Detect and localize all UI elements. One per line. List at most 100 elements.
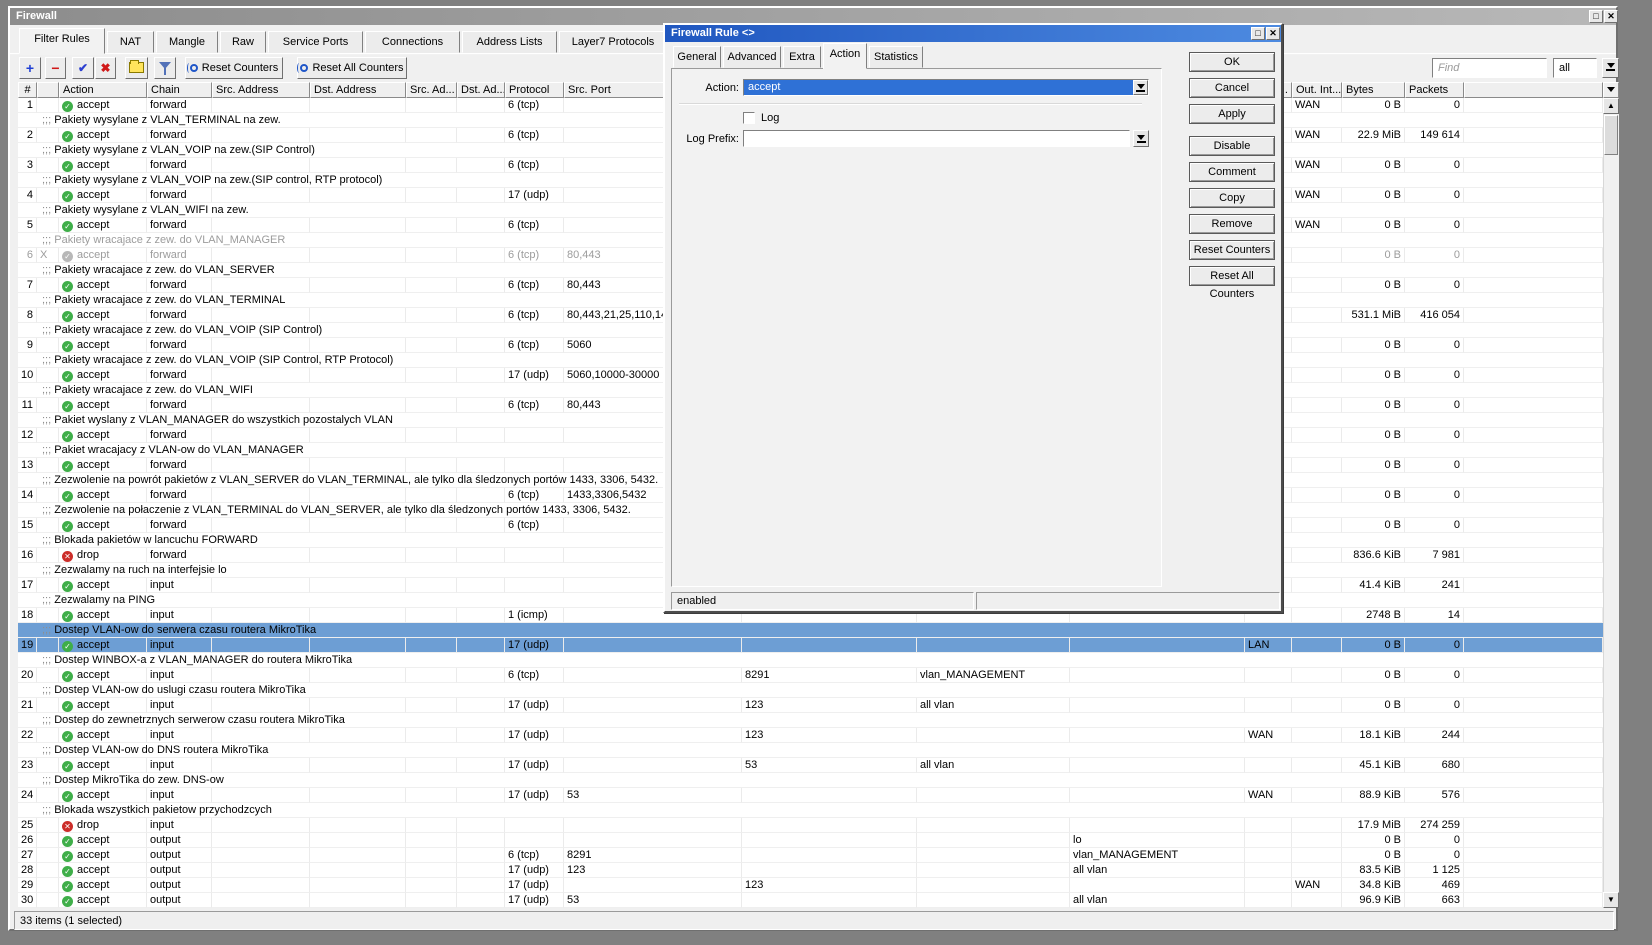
cell-pad — [1464, 758, 1603, 773]
add-rule-button[interactable]: + — [19, 57, 41, 79]
dialog-tab-general[interactable]: General — [673, 46, 721, 68]
cell-ife: WAN — [1292, 98, 1342, 113]
reset-all-counters-button[interactable]: Reset All Counters — [1189, 266, 1275, 286]
column-header-Packets[interactable]: Packets — [1405, 82, 1464, 98]
cell-bytes: 18.1 KiB — [1342, 728, 1405, 743]
cell-pkts: 0 — [1405, 848, 1464, 863]
scope-dropdown-button[interactable] — [1602, 58, 1619, 78]
column-header-Protocol[interactable]: Protocol — [505, 82, 564, 98]
log-prefix-dropdown-button[interactable] — [1133, 130, 1149, 147]
apply-button[interactable]: Apply — [1189, 104, 1275, 124]
reset-counters-button[interactable]: Reset Counters — [1189, 240, 1275, 260]
tab-service-ports[interactable]: Service Ports — [268, 31, 363, 53]
comment-row[interactable]: ;;; Dostep VLAN-ow do DNS routera MikroT… — [18, 743, 1603, 758]
dialog-titlebar[interactable]: Firewall Rule <> □ ✕ — [665, 25, 1281, 42]
copy-button[interactable]: Copy — [1189, 188, 1275, 208]
comment-row[interactable]: ;;; Dostep do zewnetrznych serwerow czas… — [18, 713, 1603, 728]
tab-connections[interactable]: Connections — [365, 31, 460, 53]
remove-button[interactable]: Remove — [1189, 214, 1275, 234]
rule-row[interactable]: 19✓acceptinput17 (udp)LAN0 B0 — [18, 638, 1603, 653]
column-selector-button[interactable] — [1603, 82, 1619, 98]
rule-row[interactable]: 22✓acceptinput17 (udp)123WAN18.1 KiB244 — [18, 728, 1603, 743]
remove-rule-button[interactable]: − — [45, 57, 66, 79]
cell-ife — [1292, 863, 1342, 878]
reset-counters-button[interactable]: Reset Counters — [185, 57, 283, 79]
column-header-Src. Address[interactable]: Src. Address — [212, 82, 310, 98]
dialog-close-icon[interactable]: ✕ — [1266, 27, 1280, 40]
comment-button[interactable] — [125, 57, 148, 79]
tab-address-lists[interactable]: Address Lists — [462, 31, 557, 53]
rule-row[interactable]: 23✓acceptinput17 (udp)53all vlan45.1 KiB… — [18, 758, 1603, 773]
cell-n: 9 — [18, 338, 37, 353]
disable-rule-button[interactable]: ✖ — [95, 57, 116, 79]
dialog-title: Firewall Rule <> — [671, 27, 755, 39]
comment-button[interactable]: Comment — [1189, 162, 1275, 182]
column-header-Chain[interactable]: Chain — [147, 82, 212, 98]
cell-flag — [37, 518, 59, 533]
find-input[interactable]: Find — [1432, 58, 1547, 78]
column-header-Action[interactable]: Action — [59, 82, 147, 98]
dialog-tab-statistics[interactable]: Statistics — [869, 46, 923, 68]
tab-nat[interactable]: NAT — [107, 31, 154, 53]
tab-layer7-protocols[interactable]: Layer7 Protocols — [559, 31, 667, 53]
reset-all-counters-button[interactable]: Reset All Counters — [297, 57, 407, 79]
comment-row[interactable]: ;;; Dostep VLAN-ow do uslugi czasu route… — [18, 683, 1603, 698]
enable-rule-button[interactable]: ✔ — [72, 57, 94, 79]
scroll-up-button[interactable]: ▲ — [1603, 98, 1619, 114]
rule-row[interactable]: 25✕dropinput17.9 MiB274 259 — [18, 818, 1603, 833]
cell-proto: 6 (tcp) — [505, 158, 564, 173]
rule-row[interactable]: 29✓acceptoutput17 (udp)123WAN34.8 KiB469 — [18, 878, 1603, 893]
scroll-down-button[interactable]: ▼ — [1603, 892, 1619, 908]
cell-pkts: 0 — [1405, 248, 1464, 263]
column-header-Src. Ad...[interactable]: Src. Ad... — [406, 82, 457, 98]
close-icon[interactable]: ✕ — [1604, 10, 1618, 23]
vertical-scrollbar[interactable] — [1603, 98, 1619, 908]
cell-bytes: 531.1 MiB — [1342, 308, 1405, 323]
maximize-icon[interactable]: □ — [1589, 10, 1603, 23]
rule-row[interactable]: 24✓acceptinput17 (udp)53WAN88.9 KiB576 — [18, 788, 1603, 803]
ok-button[interactable]: OK — [1189, 52, 1275, 72]
column-header-flag[interactable] — [37, 82, 59, 98]
cell-flag — [37, 878, 59, 893]
log-prefix-input[interactable] — [743, 130, 1130, 147]
dialog-maximize-icon[interactable]: □ — [1251, 27, 1265, 40]
scrollbar-thumb[interactable] — [1604, 115, 1618, 155]
column-header-#[interactable]: # — [18, 82, 37, 98]
tab-filter-rules[interactable]: Filter Rules — [19, 28, 105, 54]
rule-row[interactable]: 28✓acceptoutput17 (udp)123all vlan83.5 K… — [18, 863, 1603, 878]
cancel-button[interactable]: Cancel — [1189, 78, 1275, 98]
dialog-tab-extra[interactable]: Extra — [783, 46, 821, 68]
comment-row[interactable]: ;;; Dostep MikroTika do zew. DNS-ow — [18, 773, 1603, 788]
column-header-Bytes[interactable]: Bytes — [1342, 82, 1405, 98]
log-checkbox[interactable] — [743, 112, 755, 124]
rule-row[interactable]: 21✓acceptinput17 (udp)123all vlan0 B0 — [18, 698, 1603, 713]
tab-raw[interactable]: Raw — [220, 31, 266, 53]
comment-row[interactable]: ;;; Dostep WINBOX-a z VLAN_MANAGER do ro… — [18, 653, 1603, 668]
dialog-tab-advanced[interactable]: Advanced — [723, 46, 781, 68]
cell-act: ✓accept — [59, 698, 147, 713]
cell-dstad — [457, 668, 505, 683]
column-header-Out. Int...[interactable]: Out. Int... — [1292, 82, 1342, 98]
comment-row[interactable]: ;;; Blokada wszystkich pakietow przychod… — [18, 803, 1603, 818]
column-header-pad[interactable] — [1464, 82, 1603, 98]
dialog-tab-action[interactable]: Action — [823, 43, 867, 69]
column-header-Dst. Address[interactable]: Dst. Address — [310, 82, 406, 98]
tab-mangle[interactable]: Mangle — [156, 31, 218, 53]
disable-button[interactable]: Disable — [1189, 136, 1275, 156]
cell-dstaddr — [310, 428, 406, 443]
cell-pad — [1464, 398, 1603, 413]
rule-row[interactable]: 27✓acceptoutput6 (tcp)8291vlan_MANAGEMEN… — [18, 848, 1603, 863]
cell-proto: 6 (tcp) — [505, 308, 564, 323]
column-header-Dst. Ad...[interactable]: Dst. Ad... — [457, 82, 505, 98]
cell-srcad — [406, 668, 457, 683]
action-dropdown-button[interactable] — [1133, 80, 1148, 95]
cell-dstad — [457, 833, 505, 848]
rule-row[interactable]: 26✓acceptoutputlo0 B0 — [18, 833, 1603, 848]
rule-row[interactable]: 30✓acceptoutput17 (udp)53all vlan96.9 Ki… — [18, 893, 1603, 908]
scope-select[interactable]: all — [1553, 58, 1597, 78]
action-combobox[interactable]: accept — [743, 79, 1149, 96]
cell-dp: 53 — [742, 758, 917, 773]
rule-row[interactable]: 20✓acceptinput6 (tcp)8291vlan_MANAGEMENT… — [18, 668, 1603, 683]
filter-button[interactable] — [154, 57, 176, 79]
comment-row[interactable]: ;;; Dostep VLAN-ow do serwera czasu rout… — [18, 623, 1603, 638]
